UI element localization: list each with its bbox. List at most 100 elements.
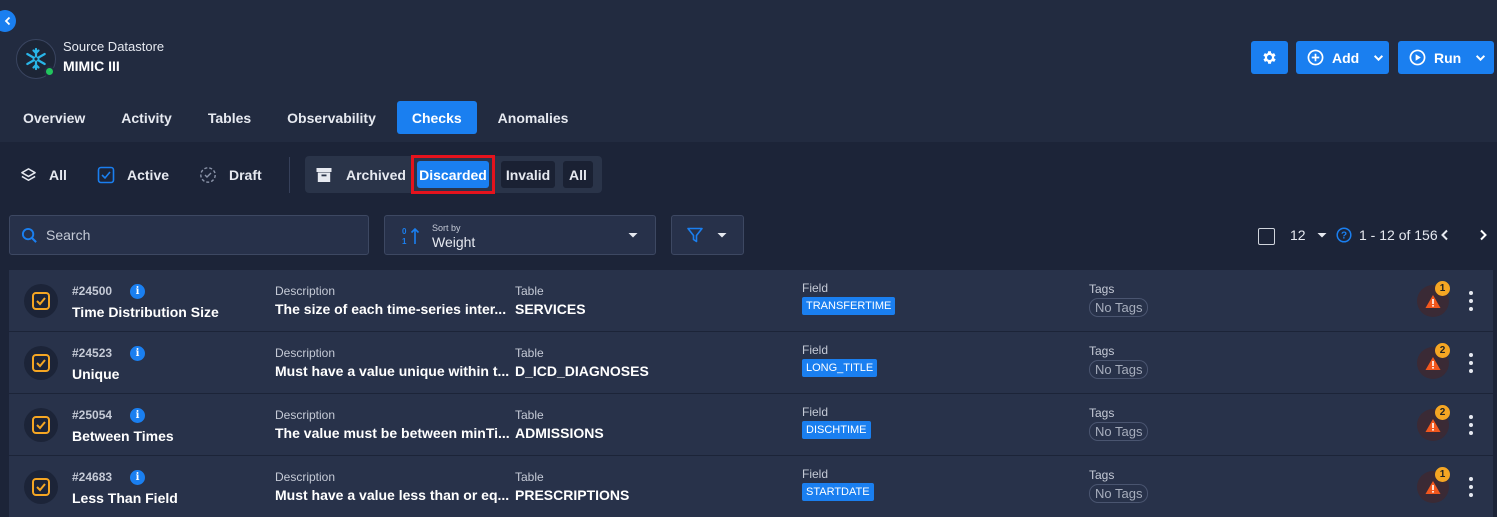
table-value[interactable]: ADMISSIONS bbox=[515, 425, 604, 441]
tags-badge[interactable]: No Tags bbox=[1089, 298, 1149, 317]
row-menu-kebab-icon[interactable] bbox=[1466, 413, 1476, 437]
check-row[interactable]: #24523 i Unique Description Must have a … bbox=[9, 332, 1493, 393]
tab-overview[interactable]: Overview bbox=[8, 101, 100, 134]
prev-page-button[interactable] bbox=[1438, 224, 1452, 246]
chevron-left-icon bbox=[1441, 229, 1448, 241]
tags-badge[interactable]: No Tags bbox=[1089, 422, 1149, 441]
field-badge[interactable]: LONG_TITLE bbox=[802, 359, 878, 377]
page-size-select[interactable]: 12 bbox=[1290, 224, 1328, 246]
sort-dropdown[interactable]: 01 Sort by Weight bbox=[384, 215, 656, 255]
anomaly-count-badge: 2 bbox=[1435, 405, 1450, 420]
run-button[interactable]: Run bbox=[1398, 41, 1494, 74]
svg-text:0: 0 bbox=[402, 227, 407, 236]
tags-label: Tags bbox=[1089, 282, 1115, 296]
info-icon[interactable]: i bbox=[130, 284, 145, 299]
add-button[interactable]: Add bbox=[1296, 41, 1389, 74]
chevron-right-icon bbox=[1480, 229, 1487, 241]
check-type-icon-wrap bbox=[24, 346, 58, 380]
settings-button[interactable] bbox=[1251, 41, 1288, 74]
check-row[interactable]: #24500 i Time Distribution Size Descript… bbox=[9, 270, 1493, 331]
description-value: The size of each time-series inter... bbox=[275, 301, 507, 317]
description-label: Description bbox=[275, 470, 336, 484]
filter-dropdown[interactable] bbox=[671, 215, 744, 255]
info-icon[interactable]: i bbox=[130, 346, 145, 361]
filter-all[interactable]: All bbox=[20, 160, 67, 190]
filter-draft[interactable]: Draft bbox=[199, 160, 262, 190]
help-icon[interactable]: ? bbox=[1336, 227, 1352, 243]
caret-down-icon bbox=[1317, 233, 1327, 238]
description-label: Description bbox=[275, 408, 336, 422]
check-type-icon-wrap bbox=[24, 408, 58, 442]
table-value[interactable]: SERVICES bbox=[515, 301, 586, 317]
check-icon bbox=[32, 354, 50, 372]
description-label: Description bbox=[275, 346, 336, 360]
check-row[interactable]: #25054 i Between Times Description The v… bbox=[9, 394, 1493, 455]
divider bbox=[289, 157, 290, 193]
svg-text:?: ? bbox=[1341, 231, 1347, 242]
search-input[interactable] bbox=[46, 227, 346, 243]
table-label: Table bbox=[515, 470, 544, 484]
check-name: Time Distribution Size bbox=[72, 304, 219, 320]
row-menu-kebab-icon[interactable] bbox=[1466, 289, 1476, 313]
plus-circle-icon bbox=[1307, 49, 1324, 66]
sort-caption: Sort by bbox=[432, 223, 461, 233]
tags-badge[interactable]: No Tags bbox=[1089, 360, 1149, 379]
sort-value: Weight bbox=[432, 234, 476, 250]
page-size-value: 12 bbox=[1290, 227, 1306, 243]
pagination-range: 1 - 12 of 156 bbox=[1359, 227, 1438, 243]
field-badge[interactable]: TRANSFERTIME bbox=[802, 297, 896, 315]
filter-all-label: All bbox=[49, 167, 67, 183]
svg-text:1: 1 bbox=[402, 237, 407, 246]
warning-icon bbox=[1425, 294, 1441, 308]
table-label: Table bbox=[515, 284, 544, 298]
tab-checks[interactable]: Checks bbox=[396, 101, 477, 134]
filter-active[interactable]: Active bbox=[97, 160, 169, 190]
description-label: Description bbox=[275, 284, 336, 298]
check-id: #24523 bbox=[72, 346, 113, 360]
check-type-icon-wrap bbox=[24, 284, 58, 318]
tags-label: Tags bbox=[1089, 344, 1115, 358]
filter-archived[interactable]: Archived bbox=[315, 161, 406, 188]
filter-invalid[interactable]: Invalid bbox=[501, 161, 555, 188]
field-badge[interactable]: STARTDATE bbox=[802, 483, 874, 501]
row-menu-kebab-icon[interactable] bbox=[1466, 475, 1476, 499]
tab-anomalies[interactable]: Anomalies bbox=[483, 101, 584, 134]
info-icon[interactable]: i bbox=[130, 408, 145, 423]
tab-observability[interactable]: Observability bbox=[272, 101, 391, 134]
check-id: #24683 bbox=[72, 470, 113, 484]
check-name: Unique bbox=[72, 366, 120, 382]
tab-tables[interactable]: Tables bbox=[193, 101, 266, 134]
collapse-sidebar-button[interactable] bbox=[0, 10, 16, 32]
tags-label: Tags bbox=[1089, 406, 1115, 420]
check-icon bbox=[32, 478, 50, 496]
table-value[interactable]: PRESCRIPTIONS bbox=[515, 487, 629, 503]
next-page-button[interactable] bbox=[1476, 224, 1490, 246]
highlight-annotation bbox=[411, 155, 495, 194]
field-label: Field bbox=[802, 343, 829, 357]
select-all-checkbox[interactable] bbox=[1258, 228, 1275, 245]
warning-icon bbox=[1425, 356, 1441, 370]
row-menu-kebab-icon[interactable] bbox=[1466, 351, 1476, 375]
pagination-info: ? 1 - 12 of 156 bbox=[1336, 224, 1438, 246]
draft-icon bbox=[200, 167, 216, 183]
field-label: Field bbox=[802, 467, 829, 481]
search-field[interactable] bbox=[9, 215, 369, 255]
table-label: Table bbox=[515, 346, 544, 360]
tags-label: Tags bbox=[1089, 468, 1115, 482]
check-row[interactable]: #24683 i Less Than Field Description Mus… bbox=[9, 456, 1493, 517]
description-value: Must have a value unique within t... bbox=[275, 363, 510, 379]
tab-activity[interactable]: Activity bbox=[106, 101, 187, 134]
caret-down-icon bbox=[628, 233, 638, 238]
field-badge[interactable]: DISCHTIME bbox=[802, 421, 871, 439]
table-value[interactable]: D_ICD_DIAGNOSES bbox=[515, 363, 649, 379]
tags-badge[interactable]: No Tags bbox=[1089, 484, 1149, 503]
description-value: Must have a value less than or eq... bbox=[275, 487, 510, 503]
info-icon[interactable]: i bbox=[130, 470, 145, 485]
chevron-down-icon bbox=[1476, 55, 1486, 62]
chevron-down-icon bbox=[1374, 55, 1384, 62]
filter-archived-all[interactable]: All bbox=[563, 161, 593, 188]
filter-icon bbox=[687, 227, 703, 243]
filter-draft-label: Draft bbox=[229, 167, 262, 183]
search-icon bbox=[21, 227, 37, 243]
archive-icon bbox=[316, 167, 332, 182]
